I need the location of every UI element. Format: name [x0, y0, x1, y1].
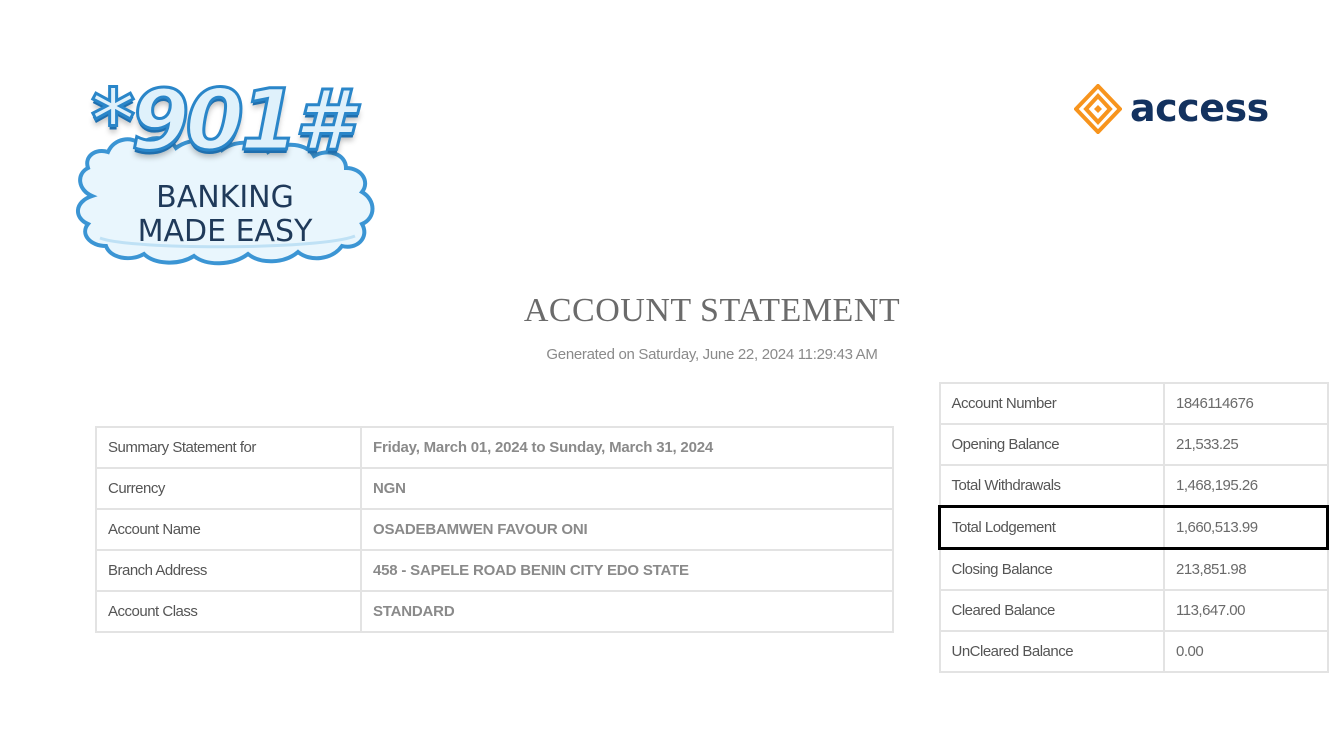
table-row: Branch Address 458 - SAPELE ROAD BENIN C… [95, 549, 894, 592]
access-diamond-icon [1074, 84, 1122, 134]
table-row: Closing Balance 213,851.98 [938, 547, 1329, 591]
table-row: Total Withdrawals 1,468,195.26 [938, 464, 1329, 508]
ussd-code: *901# [90, 71, 355, 169]
table-row: Account Class STANDARD [95, 590, 894, 633]
balance-label: Cleared Balance [938, 589, 1165, 632]
banking-made-easy-logo: *901# BANKING MADE EASY [70, 71, 382, 266]
balance-value: 1,660,513.99 [1163, 505, 1329, 550]
access-bank-logo: access [1074, 84, 1284, 136]
balance-label: Total Withdrawals [938, 464, 1165, 508]
table-row: UnCleared Balance 0.00 [938, 630, 1329, 673]
summary-table: Summary Statement for Friday, March 01, … [95, 426, 894, 633]
balance-label: Account Number [938, 382, 1165, 425]
balances-table: Account Number 1846114676 Opening Balanc… [938, 382, 1329, 673]
summary-label: Currency [95, 467, 362, 510]
balance-label: Total Lodgement [938, 505, 1165, 550]
balance-label: Closing Balance [938, 547, 1165, 591]
summary-label: Branch Address [95, 549, 362, 592]
table-row: Currency NGN [95, 467, 894, 510]
balance-label: UnCleared Balance [938, 630, 1165, 673]
summary-label: Account Name [95, 508, 362, 551]
balance-value: 213,851.98 [1163, 547, 1329, 591]
badge-tagline-line1: BANKING [156, 180, 294, 215]
summary-label: Summary Statement for [95, 426, 362, 469]
page-title: ACCOUNT STATEMENT [523, 292, 901, 329]
badge-tagline-line2: MADE EASY [137, 214, 313, 249]
table-row: Opening Balance 21,533.25 [938, 423, 1329, 466]
balance-value: 113,647.00 [1163, 589, 1329, 632]
table-row: Cleared Balance 113,647.00 [938, 589, 1329, 632]
table-row: Account Number 1846114676 [938, 382, 1329, 425]
summary-value: 458 - SAPELE ROAD BENIN CITY EDO STATE [360, 549, 894, 592]
generated-timestamp: Generated on Saturday, June 22, 2024 11:… [546, 346, 878, 363]
summary-label: Account Class [95, 590, 362, 633]
balance-value: 0.00 [1163, 630, 1329, 673]
table-row: Summary Statement for Friday, March 01, … [95, 426, 894, 469]
balance-value: 1846114676 [1163, 382, 1329, 425]
balance-value: 1,468,195.26 [1163, 464, 1329, 508]
summary-value: NGN [360, 467, 894, 510]
summary-value: STANDARD [360, 590, 894, 633]
summary-value: OSADEBAMWEN FAVOUR ONI [360, 508, 894, 551]
balance-label: Opening Balance [938, 423, 1165, 466]
total-lodgement-row: Total Lodgement 1,660,513.99 [938, 505, 1329, 550]
table-row: Account Name OSADEBAMWEN FAVOUR ONI [95, 508, 894, 551]
balance-value: 21,533.25 [1163, 423, 1329, 466]
access-wordmark: access [1130, 86, 1269, 130]
summary-value: Friday, March 01, 2024 to Sunday, March … [360, 426, 894, 469]
